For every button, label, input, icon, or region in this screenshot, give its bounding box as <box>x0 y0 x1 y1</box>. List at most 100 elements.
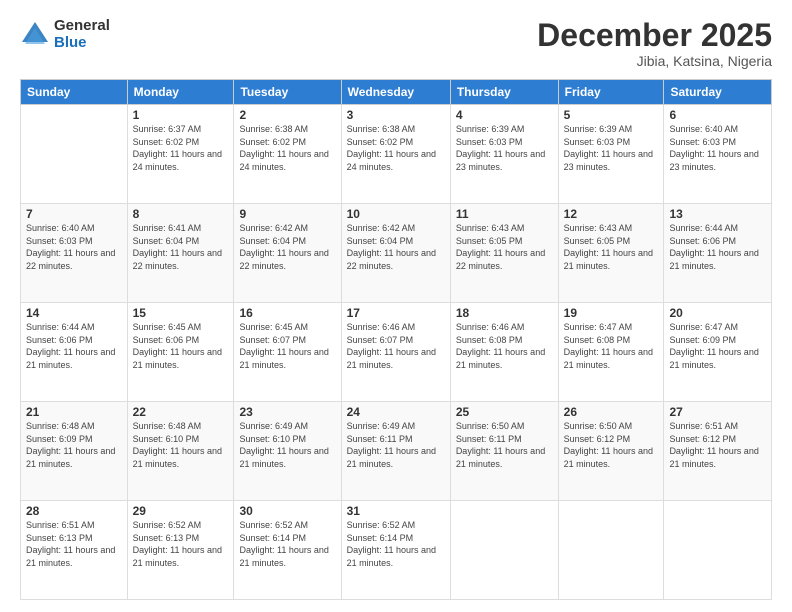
calendar-day-cell <box>664 501 772 600</box>
day-number: 23 <box>239 405 335 419</box>
day-info: Sunrise: 6:39 AM Sunset: 6:03 PM Dayligh… <box>456 123 553 173</box>
calendar-day-cell: 30Sunrise: 6:52 AM Sunset: 6:14 PM Dayli… <box>234 501 341 600</box>
calendar-day-cell: 31Sunrise: 6:52 AM Sunset: 6:14 PM Dayli… <box>341 501 450 600</box>
day-number: 12 <box>564 207 659 221</box>
calendar-day-cell: 4Sunrise: 6:39 AM Sunset: 6:03 PM Daylig… <box>450 105 558 204</box>
day-info: Sunrise: 6:40 AM Sunset: 6:03 PM Dayligh… <box>669 123 766 173</box>
title-block: December 2025 Jibia, Katsina, Nigeria <box>537 18 772 69</box>
day-info: Sunrise: 6:44 AM Sunset: 6:06 PM Dayligh… <box>26 321 122 371</box>
calendar-day-cell: 8Sunrise: 6:41 AM Sunset: 6:04 PM Daylig… <box>127 204 234 303</box>
calendar-day-cell: 15Sunrise: 6:45 AM Sunset: 6:06 PM Dayli… <box>127 303 234 402</box>
calendar-day-cell: 21Sunrise: 6:48 AM Sunset: 6:09 PM Dayli… <box>21 402 128 501</box>
calendar-week-row: 14Sunrise: 6:44 AM Sunset: 6:06 PM Dayli… <box>21 303 772 402</box>
weekday-header: Wednesday <box>341 80 450 105</box>
day-number: 8 <box>133 207 229 221</box>
day-info: Sunrise: 6:43 AM Sunset: 6:05 PM Dayligh… <box>456 222 553 272</box>
calendar-day-cell: 11Sunrise: 6:43 AM Sunset: 6:05 PM Dayli… <box>450 204 558 303</box>
day-info: Sunrise: 6:51 AM Sunset: 6:13 PM Dayligh… <box>26 519 122 569</box>
day-info: Sunrise: 6:38 AM Sunset: 6:02 PM Dayligh… <box>347 123 445 173</box>
day-number: 15 <box>133 306 229 320</box>
weekday-header: Friday <box>558 80 664 105</box>
day-info: Sunrise: 6:39 AM Sunset: 6:03 PM Dayligh… <box>564 123 659 173</box>
weekday-header: Tuesday <box>234 80 341 105</box>
logo-general: General <box>54 18 110 35</box>
weekday-header: Monday <box>127 80 234 105</box>
calendar-day-cell <box>21 105 128 204</box>
calendar-day-cell: 29Sunrise: 6:52 AM Sunset: 6:13 PM Dayli… <box>127 501 234 600</box>
day-number: 19 <box>564 306 659 320</box>
day-info: Sunrise: 6:49 AM Sunset: 6:10 PM Dayligh… <box>239 420 335 470</box>
calendar-week-row: 1Sunrise: 6:37 AM Sunset: 6:02 PM Daylig… <box>21 105 772 204</box>
day-number: 27 <box>669 405 766 419</box>
calendar-header: SundayMondayTuesdayWednesdayThursdayFrid… <box>21 80 772 105</box>
day-info: Sunrise: 6:45 AM Sunset: 6:07 PM Dayligh… <box>239 321 335 371</box>
calendar-day-cell: 20Sunrise: 6:47 AM Sunset: 6:09 PM Dayli… <box>664 303 772 402</box>
main-title: December 2025 <box>537 18 772 53</box>
day-number: 4 <box>456 108 553 122</box>
calendar-day-cell <box>558 501 664 600</box>
day-info: Sunrise: 6:47 AM Sunset: 6:09 PM Dayligh… <box>669 321 766 371</box>
day-number: 30 <box>239 504 335 518</box>
day-info: Sunrise: 6:50 AM Sunset: 6:11 PM Dayligh… <box>456 420 553 470</box>
calendar-day-cell <box>450 501 558 600</box>
calendar-day-cell: 1Sunrise: 6:37 AM Sunset: 6:02 PM Daylig… <box>127 105 234 204</box>
day-number: 31 <box>347 504 445 518</box>
calendar-day-cell: 14Sunrise: 6:44 AM Sunset: 6:06 PM Dayli… <box>21 303 128 402</box>
calendar-week-row: 28Sunrise: 6:51 AM Sunset: 6:13 PM Dayli… <box>21 501 772 600</box>
day-info: Sunrise: 6:52 AM Sunset: 6:14 PM Dayligh… <box>347 519 445 569</box>
calendar-day-cell: 13Sunrise: 6:44 AM Sunset: 6:06 PM Dayli… <box>664 204 772 303</box>
day-info: Sunrise: 6:47 AM Sunset: 6:08 PM Dayligh… <box>564 321 659 371</box>
logo-icon <box>20 20 50 50</box>
day-info: Sunrise: 6:51 AM Sunset: 6:12 PM Dayligh… <box>669 420 766 470</box>
day-number: 16 <box>239 306 335 320</box>
calendar-day-cell: 5Sunrise: 6:39 AM Sunset: 6:03 PM Daylig… <box>558 105 664 204</box>
day-number: 9 <box>239 207 335 221</box>
calendar-day-cell: 6Sunrise: 6:40 AM Sunset: 6:03 PM Daylig… <box>664 105 772 204</box>
calendar-day-cell: 18Sunrise: 6:46 AM Sunset: 6:08 PM Dayli… <box>450 303 558 402</box>
day-number: 18 <box>456 306 553 320</box>
day-number: 2 <box>239 108 335 122</box>
subtitle: Jibia, Katsina, Nigeria <box>537 53 772 69</box>
day-info: Sunrise: 6:44 AM Sunset: 6:06 PM Dayligh… <box>669 222 766 272</box>
day-info: Sunrise: 6:37 AM Sunset: 6:02 PM Dayligh… <box>133 123 229 173</box>
day-info: Sunrise: 6:50 AM Sunset: 6:12 PM Dayligh… <box>564 420 659 470</box>
calendar-body: 1Sunrise: 6:37 AM Sunset: 6:02 PM Daylig… <box>21 105 772 600</box>
day-info: Sunrise: 6:49 AM Sunset: 6:11 PM Dayligh… <box>347 420 445 470</box>
calendar-week-row: 7Sunrise: 6:40 AM Sunset: 6:03 PM Daylig… <box>21 204 772 303</box>
weekday-header: Sunday <box>21 80 128 105</box>
day-info: Sunrise: 6:48 AM Sunset: 6:10 PM Dayligh… <box>133 420 229 470</box>
page: General Blue December 2025 Jibia, Katsin… <box>0 0 792 612</box>
calendar-day-cell: 19Sunrise: 6:47 AM Sunset: 6:08 PM Dayli… <box>558 303 664 402</box>
day-number: 1 <box>133 108 229 122</box>
header-row: SundayMondayTuesdayWednesdayThursdayFrid… <box>21 80 772 105</box>
day-number: 21 <box>26 405 122 419</box>
day-number: 5 <box>564 108 659 122</box>
calendar-day-cell: 25Sunrise: 6:50 AM Sunset: 6:11 PM Dayli… <box>450 402 558 501</box>
day-number: 22 <box>133 405 229 419</box>
day-number: 25 <box>456 405 553 419</box>
day-number: 26 <box>564 405 659 419</box>
calendar-day-cell: 24Sunrise: 6:49 AM Sunset: 6:11 PM Dayli… <box>341 402 450 501</box>
day-number: 10 <box>347 207 445 221</box>
day-info: Sunrise: 6:52 AM Sunset: 6:14 PM Dayligh… <box>239 519 335 569</box>
day-number: 6 <box>669 108 766 122</box>
calendar-week-row: 21Sunrise: 6:48 AM Sunset: 6:09 PM Dayli… <box>21 402 772 501</box>
day-info: Sunrise: 6:46 AM Sunset: 6:08 PM Dayligh… <box>456 321 553 371</box>
weekday-header: Thursday <box>450 80 558 105</box>
calendar-day-cell: 17Sunrise: 6:46 AM Sunset: 6:07 PM Dayli… <box>341 303 450 402</box>
calendar-day-cell: 10Sunrise: 6:42 AM Sunset: 6:04 PM Dayli… <box>341 204 450 303</box>
calendar-day-cell: 28Sunrise: 6:51 AM Sunset: 6:13 PM Dayli… <box>21 501 128 600</box>
day-info: Sunrise: 6:42 AM Sunset: 6:04 PM Dayligh… <box>347 222 445 272</box>
day-info: Sunrise: 6:45 AM Sunset: 6:06 PM Dayligh… <box>133 321 229 371</box>
day-number: 29 <box>133 504 229 518</box>
day-number: 17 <box>347 306 445 320</box>
logo-blue: Blue <box>54 35 110 52</box>
calendar-day-cell: 16Sunrise: 6:45 AM Sunset: 6:07 PM Dayli… <box>234 303 341 402</box>
calendar-day-cell: 22Sunrise: 6:48 AM Sunset: 6:10 PM Dayli… <box>127 402 234 501</box>
day-number: 11 <box>456 207 553 221</box>
day-number: 28 <box>26 504 122 518</box>
calendar-day-cell: 2Sunrise: 6:38 AM Sunset: 6:02 PM Daylig… <box>234 105 341 204</box>
calendar-day-cell: 9Sunrise: 6:42 AM Sunset: 6:04 PM Daylig… <box>234 204 341 303</box>
header: General Blue December 2025 Jibia, Katsin… <box>20 18 772 69</box>
day-number: 14 <box>26 306 122 320</box>
